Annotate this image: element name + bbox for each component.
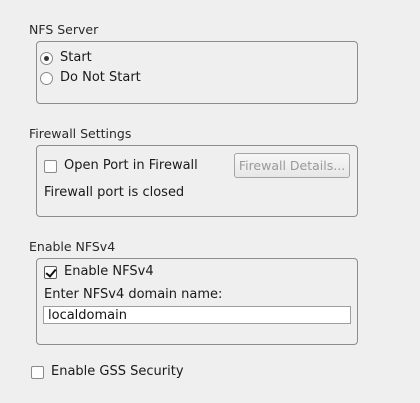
do-not-start-radio-option[interactable]: Do Not Start bbox=[40, 70, 141, 86]
enable-nfsv4-option[interactable]: Enable NFSv4 bbox=[44, 264, 154, 280]
nfs-server-group-title: NFS Server bbox=[29, 22, 99, 37]
enable-gss-option[interactable]: Enable GSS Security bbox=[31, 364, 184, 380]
start-radio-option[interactable]: Start bbox=[40, 50, 92, 66]
do-not-start-radio[interactable] bbox=[40, 71, 53, 85]
start-radio-label: Start bbox=[60, 50, 92, 65]
domain-name-label: Enter NFSv4 domain name: bbox=[44, 287, 223, 302]
open-port-checkbox[interactable] bbox=[44, 159, 57, 173]
open-port-option[interactable]: Open Port in Firewall bbox=[44, 158, 198, 174]
enable-gss-checkbox[interactable] bbox=[31, 365, 44, 379]
open-port-label: Open Port in Firewall bbox=[64, 158, 198, 173]
nfsv4-group-title: Enable NFSv4 bbox=[29, 239, 116, 254]
do-not-start-radio-label: Do Not Start bbox=[60, 70, 141, 85]
domain-name-input[interactable] bbox=[43, 306, 351, 324]
enable-nfsv4-checkbox[interactable] bbox=[44, 265, 57, 279]
firewall-details-button[interactable]: Firewall Details... bbox=[234, 153, 350, 178]
enable-gss-label: Enable GSS Security bbox=[51, 364, 184, 379]
enable-nfsv4-label: Enable NFSv4 bbox=[64, 264, 154, 279]
firewall-group-title: Firewall Settings bbox=[29, 126, 132, 141]
firewall-status-text: Firewall port is closed bbox=[44, 185, 185, 200]
start-radio[interactable] bbox=[40, 51, 53, 65]
